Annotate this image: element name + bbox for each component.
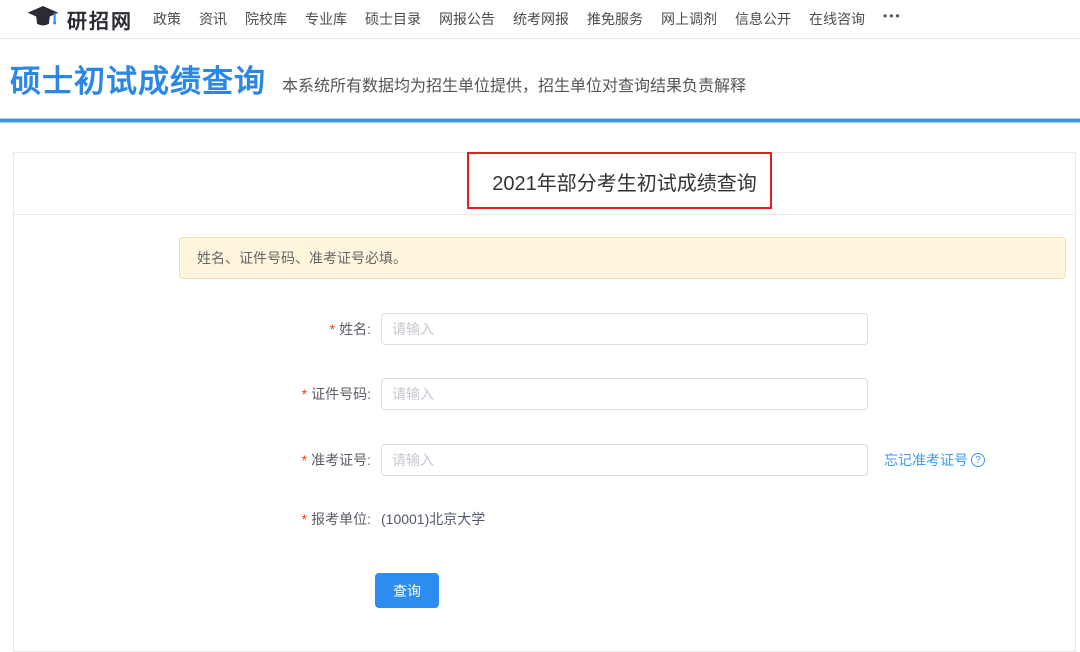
logo-text: 研招网 [67, 5, 133, 34]
help-circle-icon [971, 453, 985, 467]
blue-divider [0, 119, 1080, 122]
nav-item-unified-exam-report[interactable]: 统考网报 [513, 9, 569, 29]
nav-item-exempt-service[interactable]: 推免服务 [587, 9, 643, 29]
nav-item-policy[interactable]: 政策 [153, 9, 181, 29]
ticket-number-input[interactable] [381, 444, 868, 476]
nav-more-button[interactable]: ••• [883, 9, 902, 29]
main-nav: 政策 资讯 院校库 专业库 硕士目录 网报公告 统考网报 推免服务 网上调剂 信… [153, 9, 902, 29]
required-asterisk: * [302, 452, 307, 468]
nav-item-info-disclosure[interactable]: 信息公开 [735, 9, 791, 29]
ticket-number-label: *准考证号: [114, 444, 371, 476]
page-heading: 硕士初试成绩查询 本系统所有数据均为招生单位提供，招生单位对查询结果负责解释 [10, 56, 746, 101]
query-button[interactable]: 查询 [375, 573, 439, 608]
card-header: 2021年部分考生初试成绩查询 [14, 153, 1075, 215]
id-number-label: *证件号码: [114, 378, 371, 410]
required-asterisk: * [302, 511, 307, 527]
required-fields-notice: 姓名、证件号码、准考证号必填。 [179, 237, 1066, 279]
nav-item-major-db[interactable]: 专业库 [305, 9, 347, 29]
institution-value: (10001)北京大学 [381, 503, 485, 535]
graduation-cap-icon [26, 4, 60, 35]
nav-item-online-adjustment[interactable]: 网上调剂 [661, 9, 717, 29]
nav-item-college-db[interactable]: 院校库 [245, 9, 287, 29]
name-input[interactable] [381, 313, 868, 345]
score-query-card: 2021年部分考生初试成绩查询 姓名、证件号码、准考证号必填。 *姓名: *证件… [13, 152, 1076, 652]
nav-item-online-consult[interactable]: 在线咨询 [809, 9, 865, 29]
institution-label: *报考单位: [114, 503, 371, 535]
forgot-ticket-link[interactable]: 忘记准考证号 [884, 444, 985, 476]
page-subtitle: 本系统所有数据均为招生单位提供，招生单位对查询结果负责解释 [282, 72, 746, 101]
required-asterisk: * [302, 386, 307, 402]
forgot-ticket-link-label: 忘记准考证号 [884, 450, 968, 470]
page-title: 硕士初试成绩查询 [10, 56, 266, 101]
nav-item-online-report-notice[interactable]: 网报公告 [439, 9, 495, 29]
required-asterisk: * [330, 321, 335, 337]
card-title: 2021年部分考生初试成绩查询 [14, 153, 1075, 215]
site-logo[interactable]: 研招网 [26, 4, 133, 35]
nav-item-master-catalog[interactable]: 硕士目录 [365, 9, 421, 29]
nav-item-news[interactable]: 资讯 [199, 9, 227, 29]
name-label: *姓名: [114, 313, 371, 345]
id-number-input[interactable] [381, 378, 868, 410]
top-nav: 研招网 政策 资讯 院校库 专业库 硕士目录 网报公告 统考网报 推免服务 网上… [0, 0, 1080, 39]
